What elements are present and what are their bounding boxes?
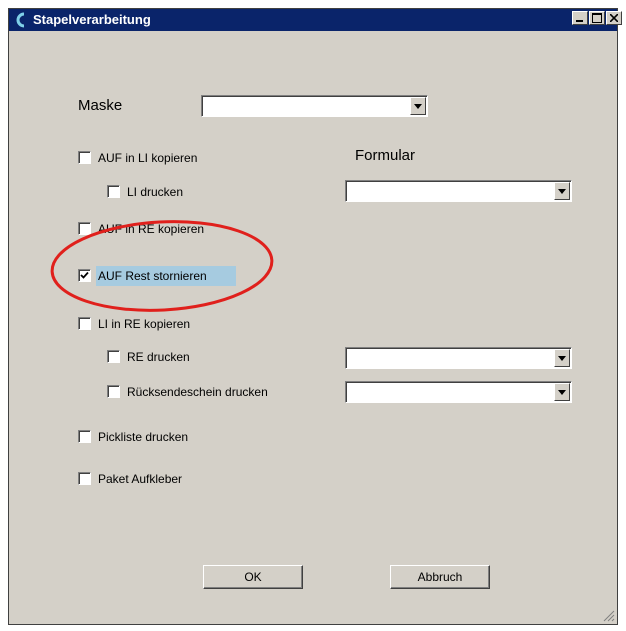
maximize-icon[interactable] (589, 11, 605, 25)
re-drucken-formular-combo[interactable] (345, 347, 572, 369)
checkbox-re-drucken[interactable] (107, 350, 120, 363)
maske-dropdown-button[interactable] (410, 97, 426, 115)
maske-combo[interactable] (201, 95, 428, 117)
chevron-down-icon (414, 104, 422, 109)
stapelverarbeitung-window: Stapelverarbeitung _ □ Maske Formular AU… (8, 8, 618, 625)
checkbox-label-auf-rest-stornieren: AUF Rest stornieren (98, 269, 207, 283)
chevron-down-icon (558, 390, 566, 395)
chevron-down-icon (558, 356, 566, 361)
checkbox-label-li-in-re-kopieren: LI in RE kopieren (98, 317, 191, 331)
app-c-icon (16, 12, 25, 28)
checkbox-li-in-re-kopieren[interactable] (78, 317, 91, 330)
window-title: Stapelverarbeitung (33, 12, 151, 27)
checkmark-icon (80, 271, 89, 279)
li-drucken-dropdown-button[interactable] (554, 182, 570, 200)
title-bar[interactable]: Stapelverarbeitung _ □ (9, 9, 617, 31)
close-icon[interactable] (606, 11, 622, 25)
checkbox-label-auf-in-li-kopieren: AUF in LI kopieren (98, 151, 198, 165)
checkbox-label-pickliste-drucken: Pickliste drucken (98, 430, 189, 444)
checkbox-label-re-drucken: RE drucken (127, 350, 190, 364)
cancel-button[interactable]: Abbruch (390, 565, 490, 589)
resize-grip-icon[interactable] (603, 610, 615, 622)
checkbox-label-auf-in-re-kopieren: AUF in RE kopieren (98, 222, 205, 236)
checkbox-label-paket-aufkleber: Paket Aufkleber (98, 472, 183, 486)
ruecksendeschein-dropdown-button[interactable] (554, 383, 570, 401)
checkbox-label-li-drucken: LI drucken (127, 185, 184, 199)
checkbox-label-ruecksendeschein-drucken: Rücksendeschein drucken (127, 385, 268, 399)
re-drucken-dropdown-button[interactable] (554, 349, 570, 367)
chevron-down-icon (558, 189, 566, 194)
checkbox-auf-in-li-kopieren[interactable] (78, 151, 91, 164)
ok-button[interactable]: OK (203, 565, 303, 589)
checkbox-paket-aufkleber[interactable] (78, 472, 91, 485)
ruecksendeschein-formular-combo[interactable] (345, 381, 572, 403)
maske-label: Maske (78, 97, 123, 114)
checkbox-pickliste-drucken[interactable] (78, 430, 91, 443)
checkbox-auf-rest-stornieren[interactable] (78, 269, 91, 282)
formular-label: Formular (355, 147, 416, 164)
li-drucken-formular-combo[interactable] (345, 180, 572, 202)
minimize-icon[interactable] (572, 11, 588, 25)
checkbox-ruecksendeschein-drucken[interactable] (107, 385, 120, 398)
checkbox-auf-in-re-kopieren[interactable] (78, 222, 91, 235)
checkbox-li-drucken[interactable] (107, 185, 120, 198)
